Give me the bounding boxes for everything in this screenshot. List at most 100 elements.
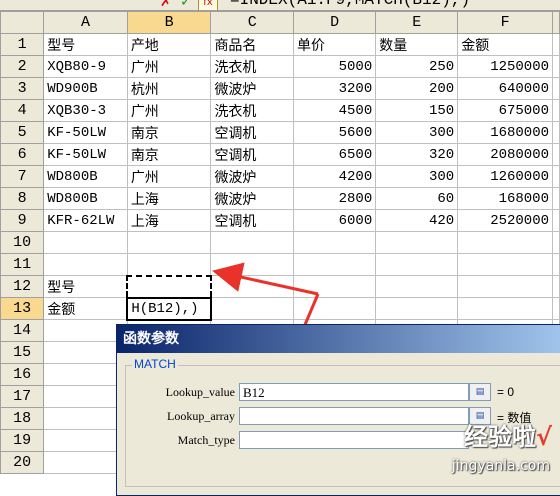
cell-a8[interactable]: WD800B <box>43 187 128 210</box>
cell-g9[interactable] <box>552 209 560 232</box>
cell-e9[interactable]: 420 <box>375 209 459 232</box>
cell-d2[interactable]: 5000 <box>292 55 377 78</box>
cell-f13[interactable] <box>457 297 553 320</box>
row-header-6[interactable]: 6 <box>0 143 45 166</box>
cell-e4[interactable]: 150 <box>375 99 459 122</box>
cell-b3[interactable]: 杭州 <box>126 77 212 100</box>
cell-d4[interactable]: 4500 <box>292 99 377 122</box>
row-header-4[interactable]: 4 <box>0 99 45 122</box>
cell-a6[interactable]: KF-50LW <box>43 143 128 166</box>
cell-g8[interactable] <box>552 187 560 210</box>
cell-b8[interactable]: 上海 <box>126 187 212 210</box>
cell-b6[interactable]: 南京 <box>126 143 212 166</box>
cell-f2[interactable]: 1250000 <box>457 55 553 78</box>
insert-function-button[interactable]: fx <box>198 0 218 10</box>
cell-a20[interactable] <box>43 451 128 474</box>
column-header-c[interactable]: C <box>210 11 294 34</box>
cell-e12[interactable] <box>375 275 459 298</box>
cell-b1[interactable]: 产地 <box>126 33 212 56</box>
cell-d10[interactable] <box>292 231 377 254</box>
cell-f3[interactable]: 640000 <box>457 77 553 100</box>
cell-a2[interactable]: XQB80-9 <box>43 55 128 78</box>
cell-e13[interactable] <box>375 297 459 320</box>
formula-input[interactable]: =INDEX(A1:F9,MATCH(B12),) <box>230 0 470 9</box>
cell-a17[interactable] <box>43 385 128 408</box>
cell-b4[interactable]: 广州 <box>126 99 212 122</box>
cell-g5[interactable] <box>552 121 560 144</box>
cell-e5[interactable]: 300 <box>375 121 459 144</box>
cell-a11[interactable] <box>43 253 128 276</box>
column-header-f[interactable]: F <box>457 11 553 34</box>
cell-g13[interactable] <box>552 297 560 320</box>
row-header-15[interactable]: 15 <box>0 341 45 364</box>
cell-a14[interactable] <box>43 319 128 342</box>
cell-e1[interactable]: 数量 <box>375 33 459 56</box>
cell-g4[interactable] <box>552 99 560 122</box>
cell-a5[interactable]: KF-50LW <box>43 121 128 144</box>
cell-c1[interactable]: 商品名 <box>210 33 294 56</box>
cell-e10[interactable] <box>375 231 459 254</box>
cell-c4[interactable]: 洗衣机 <box>210 99 294 122</box>
cell-d5[interactable]: 5600 <box>292 121 377 144</box>
row-header-20[interactable]: 20 <box>0 451 45 474</box>
match-type-input[interactable] <box>239 431 469 449</box>
cancel-formula-icon[interactable]: ✗ <box>160 0 172 10</box>
cell-g3[interactable] <box>552 77 560 100</box>
cell-c11[interactable] <box>210 253 294 276</box>
cell-d11[interactable] <box>292 253 377 276</box>
cell-a12[interactable]: 型号 <box>43 275 128 298</box>
row-header-13[interactable]: 13 <box>0 297 45 320</box>
cell-a10[interactable] <box>43 231 128 254</box>
row-header-2[interactable]: 2 <box>0 55 45 78</box>
cell-b5[interactable]: 南京 <box>126 121 212 144</box>
cell-g12[interactable] <box>552 275 560 298</box>
row-header-11[interactable]: 11 <box>0 253 45 276</box>
cell-e7[interactable]: 300 <box>375 165 459 188</box>
cell-a1[interactable]: 型号 <box>43 33 128 56</box>
cell-f12[interactable] <box>457 275 553 298</box>
row-header-1[interactable]: 1 <box>0 33 45 56</box>
cell-c13[interactable] <box>210 297 294 320</box>
cell-a13[interactable]: 金额 <box>43 297 128 320</box>
cell-b7[interactable]: 广州 <box>126 165 212 188</box>
column-header-a[interactable]: A <box>43 11 128 34</box>
row-header-12[interactable]: 12 <box>0 275 45 298</box>
cell-a9[interactable]: KFR-62LW <box>43 209 128 232</box>
cell-g11[interactable] <box>552 253 560 276</box>
cell-d13[interactable] <box>292 297 377 320</box>
cell-d1[interactable]: 单价 <box>292 33 377 56</box>
cell-d8[interactable]: 2800 <box>292 187 377 210</box>
enter-formula-icon[interactable]: ✓ <box>180 0 192 10</box>
cell-b13[interactable]: H(B12),) <box>126 296 212 321</box>
row-header-16[interactable]: 16 <box>0 363 45 386</box>
column-header-g[interactable] <box>552 11 560 34</box>
row-header-7[interactable]: 7 <box>0 165 45 188</box>
cell-d9[interactable]: 6000 <box>292 209 377 232</box>
cell-g7[interactable] <box>552 165 560 188</box>
cell-f8[interactable]: 168000 <box>457 187 553 210</box>
cell-b11[interactable] <box>126 253 212 276</box>
cell-d7[interactable]: 4200 <box>292 165 377 188</box>
cell-f1[interactable]: 金额 <box>457 33 553 56</box>
cell-a4[interactable]: XQB30-3 <box>43 99 128 122</box>
cell-c6[interactable]: 空调机 <box>210 143 294 166</box>
cell-c7[interactable]: 微波炉 <box>210 165 294 188</box>
cell-c9[interactable]: 空调机 <box>210 209 294 232</box>
row-header-10[interactable]: 10 <box>0 231 45 254</box>
cell-e3[interactable]: 200 <box>375 77 459 100</box>
cell-f9[interactable]: 2520000 <box>457 209 553 232</box>
column-header-b[interactable]: B <box>126 11 212 34</box>
cell-g10[interactable] <box>552 231 560 254</box>
lookup-value-input[interactable]: B12 <box>239 383 469 401</box>
cell-f7[interactable]: 1260000 <box>457 165 553 188</box>
dialog-title[interactable]: 函数参数 <box>117 325 560 353</box>
cell-f11[interactable] <box>457 253 553 276</box>
cell-b9[interactable]: 上海 <box>126 209 212 232</box>
row-header-3[interactable]: 3 <box>0 77 45 100</box>
cell-e6[interactable]: 320 <box>375 143 459 166</box>
cell-c12[interactable] <box>210 275 294 298</box>
cell-b10[interactable] <box>126 231 212 254</box>
cell-c5[interactable]: 空调机 <box>210 121 294 144</box>
column-header-e[interactable]: E <box>375 11 459 34</box>
cell-a16[interactable] <box>43 363 128 386</box>
